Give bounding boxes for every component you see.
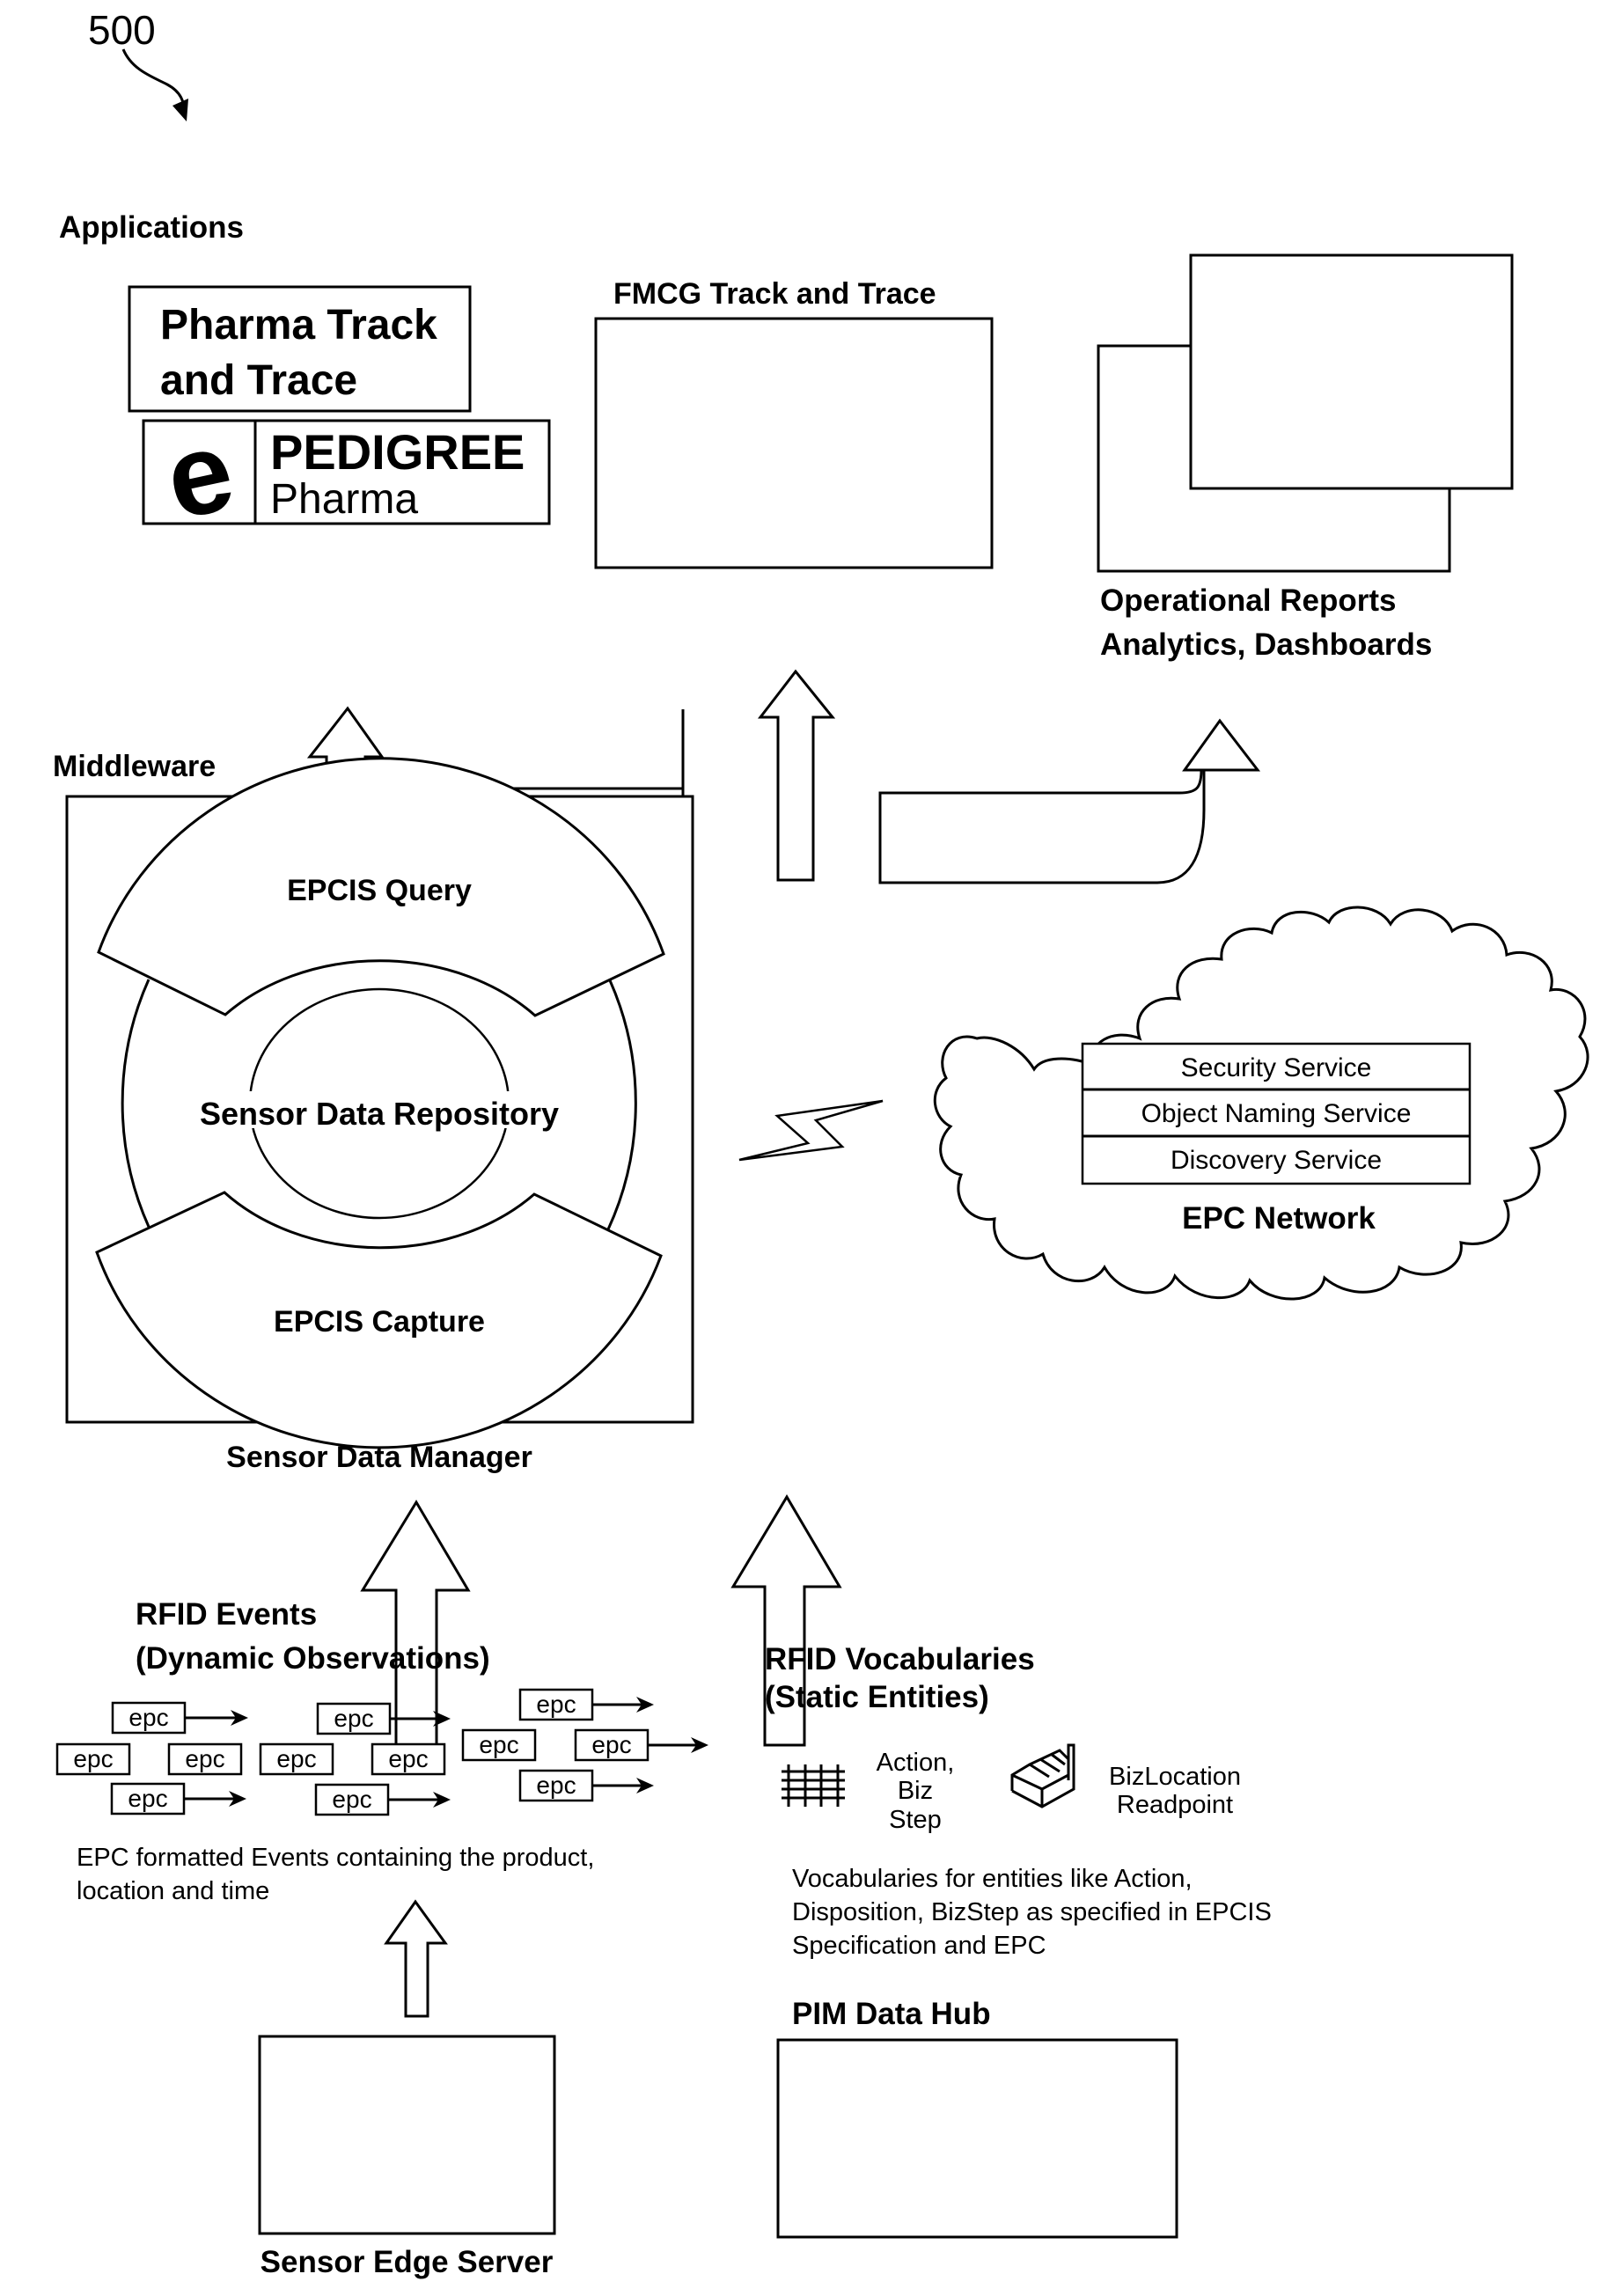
epc-tag-label: epc: [185, 1745, 224, 1772]
epc-network-label: EPC Network: [1182, 1201, 1376, 1236]
object-naming-service-label: Object Naming Service: [1141, 1099, 1412, 1128]
epc-tag-label: epc: [128, 1785, 167, 1812]
reports-label-line2: Analytics, Dashboards: [1100, 627, 1432, 662]
architecture-diagram: 500 Applications Pharma Track and Trace …: [53, 7, 1589, 2279]
epc-tag-label: epc: [73, 1745, 113, 1772]
epc-services-stack: Security Service Object Naming Service D…: [1081, 1042, 1472, 1185]
rfid-events-description-line1: EPC formatted Events containing the prod…: [77, 1844, 594, 1872]
vocab-item-1-line2: Biz: [898, 1777, 933, 1805]
epc-tag-label: epc: [536, 1772, 576, 1799]
grid-icon: [782, 1764, 845, 1807]
fmcg-app-box: [594, 317, 994, 569]
epedigree-pharma-logo: e PEDIGREE Pharma: [142, 405, 551, 544]
pharma-app-title-line2: and Trace: [160, 357, 357, 404]
epc-tag: epc: [111, 1701, 248, 1735]
rfid-vocabularies-description-line1: Vocabularies for entities like Action,: [792, 1865, 1193, 1893]
rfid-vocabularies-description-line3: Specification and EPC: [792, 1932, 1046, 1960]
arrow-to-fmcg-app-icon: [757, 669, 836, 882]
sensor-edge-server-box: [258, 2035, 556, 2235]
epc-tag: epc: [574, 1728, 708, 1762]
sensor-data-manager-label: Sensor Data Manager: [226, 1441, 532, 1474]
epc-tag-label: epc: [388, 1745, 428, 1772]
epc-tag: epc: [110, 1782, 246, 1816]
rfid-events-description-line2: location and time: [77, 1877, 269, 1905]
epc-tag: epc: [167, 1742, 243, 1776]
discovery-service-label: Discovery Service: [1171, 1146, 1382, 1175]
reports-label-line1: Operational Reports: [1100, 583, 1396, 618]
rfid-vocabularies-label-line2: (Static Entities): [765, 1680, 989, 1714]
rfid-reader-icon: [1010, 1743, 1075, 1808]
pharma-app-title-line1: Pharma Track: [160, 302, 437, 348]
epc-tag-label: epc: [591, 1731, 631, 1758]
epc-tag: epc: [461, 1728, 537, 1762]
sensor-data-repository-label: Sensor Data Repository: [200, 1096, 559, 1132]
vocab-item-2-line1: BizLocation: [1109, 1763, 1241, 1791]
lightning-bolt-icon: [738, 1099, 884, 1162]
rfid-vocabularies-description-line2: Disposition, BizStep as specified in EPC…: [792, 1898, 1272, 1926]
figure-number: 500: [88, 7, 156, 53]
vocab-item-1-line1: Action,: [877, 1749, 955, 1777]
epc-tag-label: epc: [128, 1704, 168, 1731]
epc-tag-label: epc: [276, 1745, 316, 1772]
sensor-edge-server-label: Sensor Edge Server: [261, 2245, 554, 2279]
fmcg-app-label: FMCG Track and Trace: [613, 277, 936, 311]
pim-data-hub-box: [776, 2038, 1178, 2239]
pedigree-logo-title: PEDIGREE: [270, 424, 525, 480]
rfid-events-label-line1: RFID Events: [136, 1597, 317, 1632]
rfid-events-label-line2: (Dynamic Observations): [136, 1641, 490, 1676]
middleware-label: Middleware: [53, 750, 216, 783]
epc-tag: epc: [259, 1742, 334, 1776]
pharma-track-and-trace-app: Pharma Track and Trace: [128, 285, 472, 413]
epcis-capture-label: EPCIS Capture: [274, 1305, 485, 1339]
operational-reports-app: Operational Reports Analytics, Dashboard…: [1097, 253, 1514, 662]
epcis-query-label: EPCIS Query: [287, 874, 472, 907]
epc-tag-label: epc: [536, 1691, 576, 1718]
rfid-vocabularies-label-line1: RFID Vocabularies: [765, 1642, 1035, 1676]
pedigree-logo-subtitle: Pharma: [270, 476, 418, 523]
epc-tag: epc: [518, 1769, 654, 1802]
vocab-item-1-line3: Step: [889, 1806, 942, 1834]
reports-front-panel: [1189, 253, 1514, 490]
pim-data-hub-label: PIM Data Hub: [792, 1997, 991, 2031]
epc-event-tags: epc epcepcepc epc epc epcepc epcepc epcepc: [55, 1688, 708, 1816]
epc-tag: epc: [518, 1688, 654, 1721]
arrow-edge-server-to-events-icon: [384, 1899, 448, 2018]
vocab-item-2-line2: Readpoint: [1117, 1791, 1233, 1819]
epc-tag-label: epc: [479, 1731, 518, 1758]
arrow-to-reports-app-icon: [878, 718, 1261, 884]
fmcg-track-and-trace-app: FMCG Track and Trace: [594, 277, 994, 569]
security-service-label: Security Service: [1181, 1053, 1372, 1082]
figure-pointer-arrowhead-icon: [172, 99, 188, 121]
epc-tag-label: epc: [332, 1786, 371, 1813]
epc-tag-label: epc: [334, 1705, 373, 1732]
epc-tag: epc: [371, 1742, 446, 1776]
applications-label: Applications: [59, 210, 244, 245]
epc-tag: epc: [314, 1783, 451, 1816]
epc-tag: epc: [55, 1742, 131, 1776]
